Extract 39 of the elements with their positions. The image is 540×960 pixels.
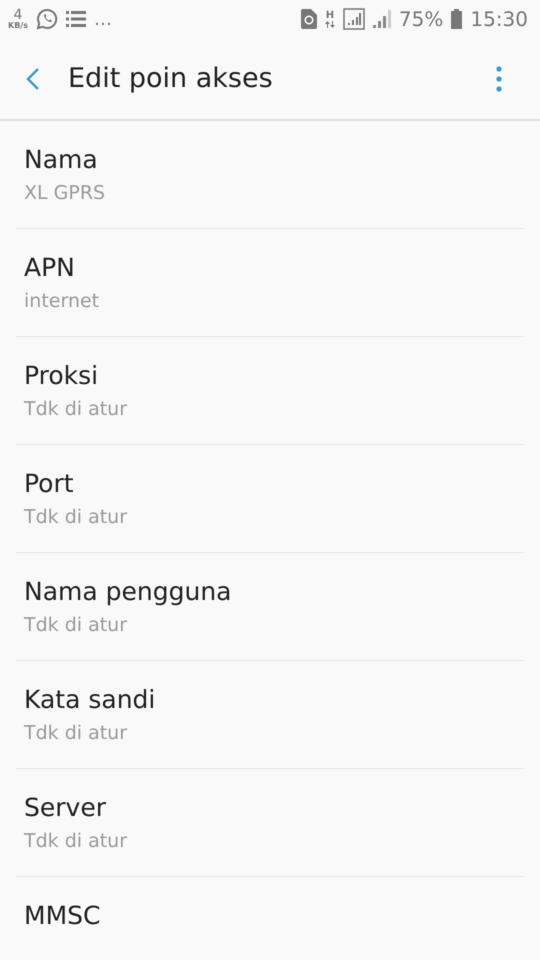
more-notifications: … <box>94 8 113 30</box>
setting-title: Nama pengguna <box>24 576 232 608</box>
setting-title: Kata sandi <box>24 684 156 716</box>
setting-item[interactable]: Kata sandi Tdk di atur <box>16 661 524 769</box>
setting-value: internet <box>24 289 100 314</box>
speed-value: 4 <box>14 8 22 22</box>
setting-value: Tdk di atur <box>24 397 128 422</box>
setting-title: Port <box>24 468 75 500</box>
setting-value: XL GPRS <box>24 181 106 206</box>
more-options-icon <box>496 66 502 92</box>
setting-title: APN <box>24 252 76 284</box>
list-icon <box>66 10 86 28</box>
setting-item[interactable]: APN internet <box>16 229 524 337</box>
setting-value: Tdk di atur <box>24 829 128 854</box>
page-title: Edit poin akses <box>68 63 274 94</box>
data-arrows-icon <box>324 20 335 28</box>
sim-card-icon <box>300 9 317 29</box>
setting-value: Tdk di atur <box>24 613 128 638</box>
setting-item[interactable]: Nama XL GPRS <box>16 121 524 229</box>
setting-item[interactable]: Proksi Tdk di atur <box>16 337 524 445</box>
setting-value: Tdk di atur <box>24 721 128 746</box>
setting-item[interactable]: Nama pengguna Tdk di atur <box>16 553 524 661</box>
signal-icon <box>372 10 391 28</box>
speed-unit: KB/s <box>8 22 28 30</box>
chevron-left-icon <box>26 66 40 90</box>
setting-title: Server <box>24 792 107 824</box>
battery-percent: 75% <box>398 7 444 31</box>
setting-value: Tdk di atur <box>24 505 128 530</box>
clock: 15:30 <box>470 7 528 31</box>
setting-item[interactable]: Port Tdk di atur <box>16 445 524 553</box>
battery-icon <box>451 9 462 29</box>
setting-item[interactable]: MMSC <box>16 877 524 960</box>
signal-icon <box>342 8 365 30</box>
chat-icon <box>36 8 58 30</box>
setting-item[interactable]: Server Tdk di atur <box>16 769 524 877</box>
setting-title: MMSC <box>24 900 102 932</box>
network-type: H <box>326 10 334 20</box>
setting-title: Proksi <box>24 360 100 392</box>
setting-title: Nama <box>24 144 99 176</box>
